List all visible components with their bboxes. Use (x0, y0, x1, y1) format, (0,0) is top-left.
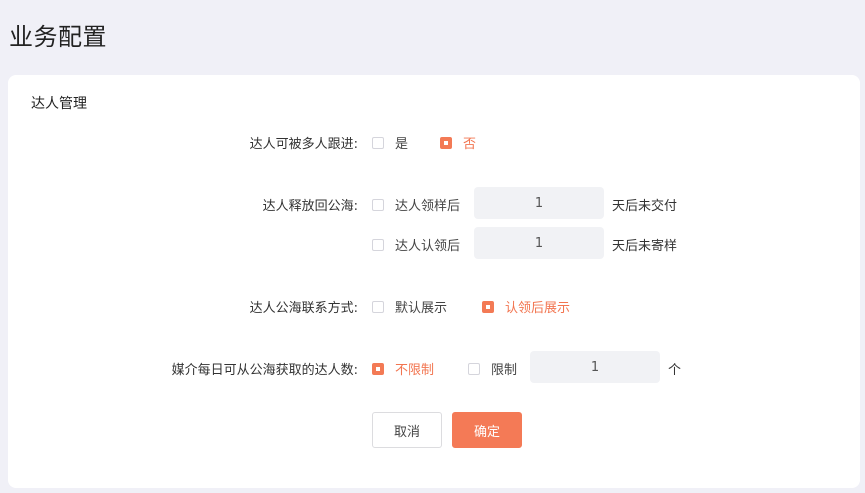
multi-follow-yes-option[interactable]: 是 (372, 133, 408, 152)
multi-follow-no-option[interactable]: 否 (440, 133, 476, 152)
option-label: 否 (463, 137, 477, 152)
release-claim-option[interactable]: 达人认领后 (372, 235, 460, 254)
option-label: 达人领样后 (395, 199, 461, 214)
checkbox[interactable] (482, 300, 494, 313)
page-title: 业务配置 (9, 23, 107, 51)
contact-label: 达人公海联系方式: (249, 301, 358, 316)
daily-limit-unit: 个 (668, 363, 682, 378)
option-label: 不限制 (395, 363, 435, 378)
checkbox[interactable] (468, 362, 480, 375)
checkbox[interactable] (440, 136, 452, 149)
checkbox[interactable] (372, 136, 384, 149)
cancel-button[interactable]: 取消 (372, 412, 442, 448)
release-claim-suffix: 天后未寄样 (612, 239, 678, 254)
multi-follow-label: 达人可被多人跟进: (249, 137, 358, 152)
daily-limit-count-input[interactable] (530, 351, 660, 383)
option-label: 默认展示 (395, 301, 448, 316)
option-label: 是 (395, 137, 409, 152)
option-label: 达人认领后 (395, 239, 461, 254)
checkbox[interactable] (372, 198, 384, 211)
daily-unlimited-option[interactable]: 不限制 (372, 359, 434, 378)
release-claim-days-input[interactable] (474, 227, 604, 259)
confirm-button[interactable]: 确定 (452, 412, 522, 448)
section-title: 达人管理 (31, 96, 87, 112)
release-label: 达人释放回公海: (262, 199, 358, 214)
release-sample-days-input[interactable] (474, 187, 604, 219)
option-label: 限制 (491, 363, 518, 378)
checkbox[interactable] (372, 300, 384, 313)
contact-default-option[interactable]: 默认展示 (372, 297, 447, 316)
checkbox[interactable] (372, 362, 384, 375)
checkbox[interactable] (372, 238, 384, 251)
release-sample-suffix: 天后未交付 (612, 199, 678, 214)
settings-card: 达人管理 达人可被多人跟进: 是 否 达人释放回公海: 达人领样后 天后未交付 … (8, 75, 860, 488)
release-sample-option[interactable]: 达人领样后 (372, 195, 460, 214)
contact-after-claim-option[interactable]: 认领后展示 (482, 297, 570, 316)
option-label: 认领后展示 (505, 301, 571, 316)
daily-limit-label: 媒介每日可从公海获取的达人数: (171, 363, 358, 378)
daily-limited-option[interactable]: 限制 (468, 359, 517, 378)
